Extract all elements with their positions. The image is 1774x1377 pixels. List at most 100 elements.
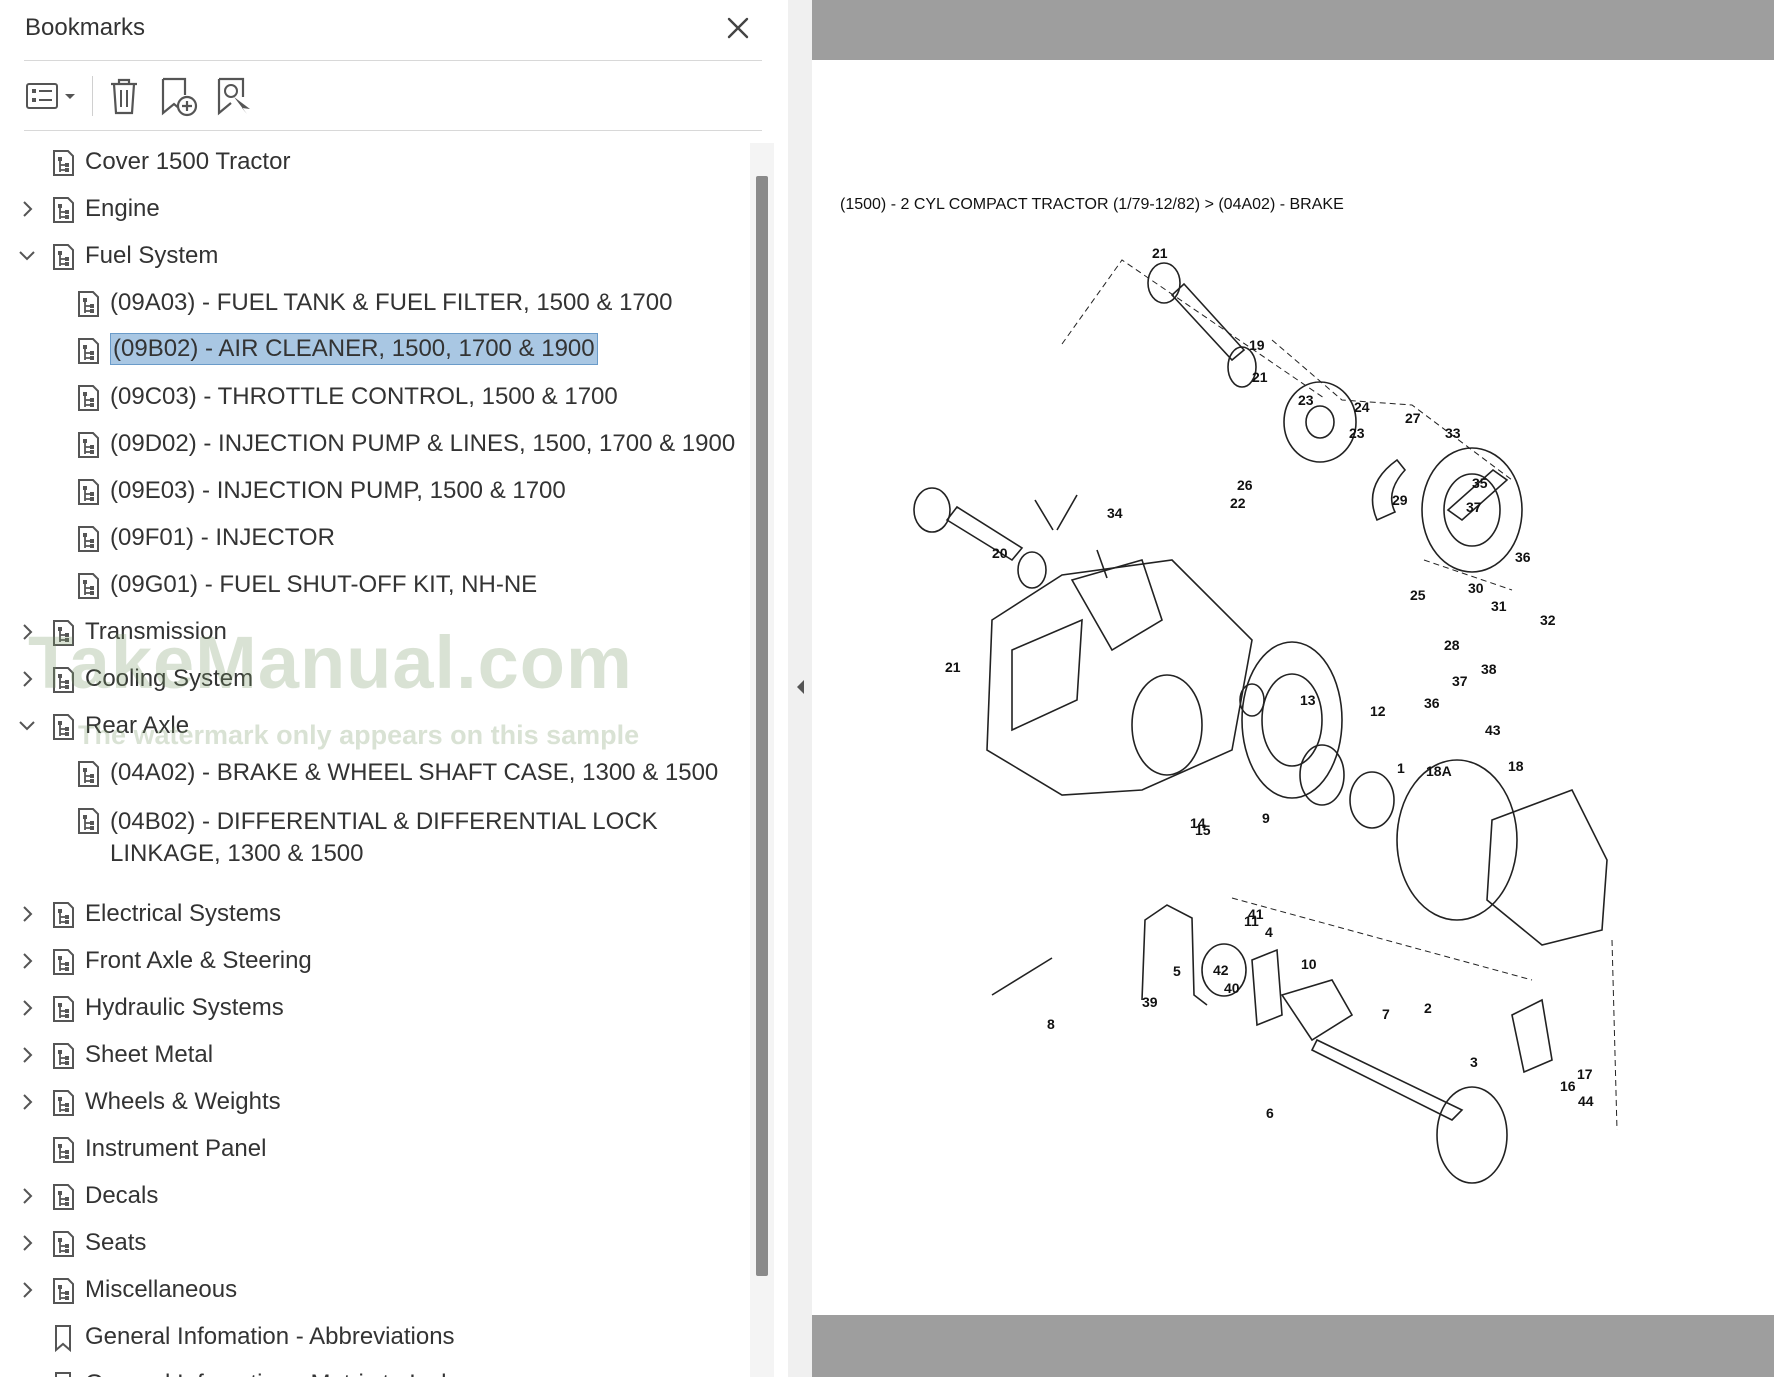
bookmark-label: Rear Axle — [85, 712, 190, 739]
bookmark-item[interactable]: (04A02) - BRAKE & WHEEL SHAFT CASE, 1300… — [0, 751, 748, 795]
chevron-right-icon[interactable] — [16, 947, 38, 975]
bookmark-label: (09E03) - INJECTION PUMP, 1500 & 1700 — [110, 477, 566, 504]
bookmark-item[interactable]: Sheet Metal — [0, 1033, 748, 1077]
new-bookmark-button[interactable] — [156, 74, 200, 118]
diagram-part — [1396, 759, 1518, 921]
delete-bookmark-button[interactable] — [104, 74, 144, 118]
bookmark-label: Instrument Panel — [85, 1135, 267, 1162]
app-window: Bookmarks Cover 1500 Tractor Engine Fuel… — [0, 0, 1774, 1377]
part-callout: 10 — [1301, 956, 1317, 972]
bookmark-item[interactable]: (04B02) - DIFFERENTIAL & DIFFERENTIAL LO… — [0, 798, 748, 874]
part-callout: 21 — [945, 659, 961, 675]
bookmark-item[interactable]: Cover 1500 Tractor — [0, 140, 748, 184]
bookmark-from-structure-button[interactable] — [212, 74, 256, 118]
diagram-part — [1147, 262, 1181, 304]
part-callout: 19 — [1249, 337, 1265, 353]
part-callout: 13 — [1300, 692, 1316, 708]
structure-icon — [74, 383, 102, 413]
close-icon — [727, 17, 749, 39]
part-callout: 18 — [1508, 758, 1524, 774]
diagram-part — [1436, 1086, 1508, 1184]
divider — [24, 60, 762, 61]
bookmark-structure-icon — [217, 77, 250, 116]
bookmark-item[interactable]: (09G01) - FUEL SHUT-OFF KIT, NH-NE — [0, 563, 748, 607]
chevron-right-icon[interactable] — [16, 1088, 38, 1116]
bookmark-item[interactable]: (09F01) - INJECTOR — [0, 516, 748, 560]
chevron-right-icon[interactable] — [16, 1182, 38, 1210]
structure-icon — [49, 994, 77, 1024]
bookmark-item[interactable]: Front Axle & Steering — [0, 939, 748, 983]
chevron-left-icon — [797, 680, 804, 694]
bookmark-item[interactable]: (09E03) - INJECTION PUMP, 1500 & 1700 — [0, 469, 748, 513]
chevron-right-icon[interactable] — [16, 1041, 38, 1069]
diagram-part — [1261, 673, 1323, 767]
chevron-right-icon[interactable] — [16, 665, 38, 693]
part-callout: 33 — [1445, 425, 1461, 441]
structure-icon — [74, 289, 102, 319]
bookmark-item[interactable]: General Infomation - Metric to Inches — [0, 1362, 748, 1377]
bookmark-item[interactable]: Wheels & Weights — [0, 1080, 748, 1124]
structure-icon — [74, 336, 102, 366]
structure-icon — [49, 947, 77, 977]
part-callout: 36 — [1424, 695, 1440, 711]
diagram-part — [1283, 381, 1357, 463]
bookmark-item[interactable]: Fuel System — [0, 234, 748, 278]
bookmark-label: (09D02) - INJECTION PUMP & LINES, 1500, … — [110, 430, 736, 457]
bookmark-label: Miscellaneous — [85, 1276, 238, 1303]
collapse-panel-button[interactable] — [794, 676, 808, 698]
part-callout: 21 — [1152, 245, 1168, 261]
part-callout: 5 — [1173, 963, 1181, 979]
chevron-down-icon[interactable] — [16, 242, 38, 270]
diagram-part — [1486, 788, 1608, 946]
part-callout: 26 — [1237, 477, 1253, 493]
diagram-part — [1017, 551, 1047, 589]
bookmark-label: (09A03) - FUEL TANK & FUEL FILTER, 1500 … — [110, 289, 673, 316]
chevron-right-icon[interactable] — [16, 994, 38, 1022]
part-callout: 1 — [1397, 760, 1405, 776]
bookmark-label: Front Axle & Steering — [85, 947, 312, 974]
chevron-right-icon[interactable] — [16, 618, 38, 646]
part-callout: 37 — [1452, 673, 1468, 689]
part-callout: 4 — [1265, 924, 1273, 940]
part-callout: 8 — [1047, 1016, 1055, 1032]
chevron-right-icon[interactable] — [16, 195, 38, 223]
diagram-part — [986, 559, 1253, 796]
bookmark-item[interactable]: Hydraulic Systems — [0, 986, 748, 1030]
part-callout: 43 — [1485, 722, 1501, 738]
chevron-down-icon[interactable] — [16, 712, 38, 740]
bookmark-item[interactable]: (09B02) - AIR CLEANER, 1500, 1700 & 1900 — [0, 328, 748, 372]
bookmark-add-icon — [161, 77, 198, 117]
structure-icon — [49, 195, 77, 225]
bookmark-item[interactable]: Electrical Systems — [0, 892, 748, 936]
bookmark-item[interactable]: Engine — [0, 187, 748, 231]
bookmark-item[interactable]: (09D02) - INJECTION PUMP & LINES, 1500, … — [0, 422, 748, 466]
bookmark-item[interactable]: Transmission — [0, 610, 748, 654]
close-panel-button[interactable] — [720, 10, 756, 46]
options-menu-button[interactable] — [24, 74, 80, 118]
bookmark-item[interactable]: Miscellaneous — [0, 1268, 748, 1312]
bookmark-icon — [49, 1370, 77, 1377]
chevron-right-icon[interactable] — [16, 1229, 38, 1257]
bookmark-item[interactable]: (09A03) - FUEL TANK & FUEL FILTER, 1500 … — [0, 281, 748, 325]
bookmark-label: (09B02) - AIR CLEANER, 1500, 1700 & 1900 — [110, 333, 598, 365]
part-callout: 38 — [1481, 661, 1497, 677]
structure-icon — [74, 806, 102, 836]
part-callout: 31 — [1491, 598, 1507, 614]
part-callout: 28 — [1444, 637, 1460, 653]
bookmark-item[interactable]: General Infomation - Abbreviations — [0, 1315, 748, 1359]
bookmark-label: Fuel System — [85, 242, 219, 269]
scrollbar-thumb[interactable] — [756, 176, 768, 1276]
part-callout: 2 — [1424, 1000, 1432, 1016]
bookmark-label: (09F01) - INJECTOR — [110, 524, 335, 551]
bookmark-item[interactable]: Rear Axle — [0, 704, 748, 748]
bookmark-item[interactable]: Seats — [0, 1221, 748, 1265]
bookmark-item[interactable]: Decals — [0, 1174, 748, 1218]
bookmark-item[interactable]: Instrument Panel — [0, 1127, 748, 1171]
bookmark-label: (04B02) - DIFFERENTIAL & DIFFERENTIAL LO… — [110, 808, 658, 867]
bookmark-item[interactable]: (09C03) - THROTTLE CONTROL, 1500 & 1700 — [0, 375, 748, 419]
diagram-part — [1141, 904, 1208, 1006]
chevron-right-icon[interactable] — [16, 900, 38, 928]
structure-icon — [49, 1088, 77, 1118]
bookmark-item[interactable]: Cooling System — [0, 657, 748, 701]
chevron-right-icon[interactable] — [16, 1276, 38, 1304]
